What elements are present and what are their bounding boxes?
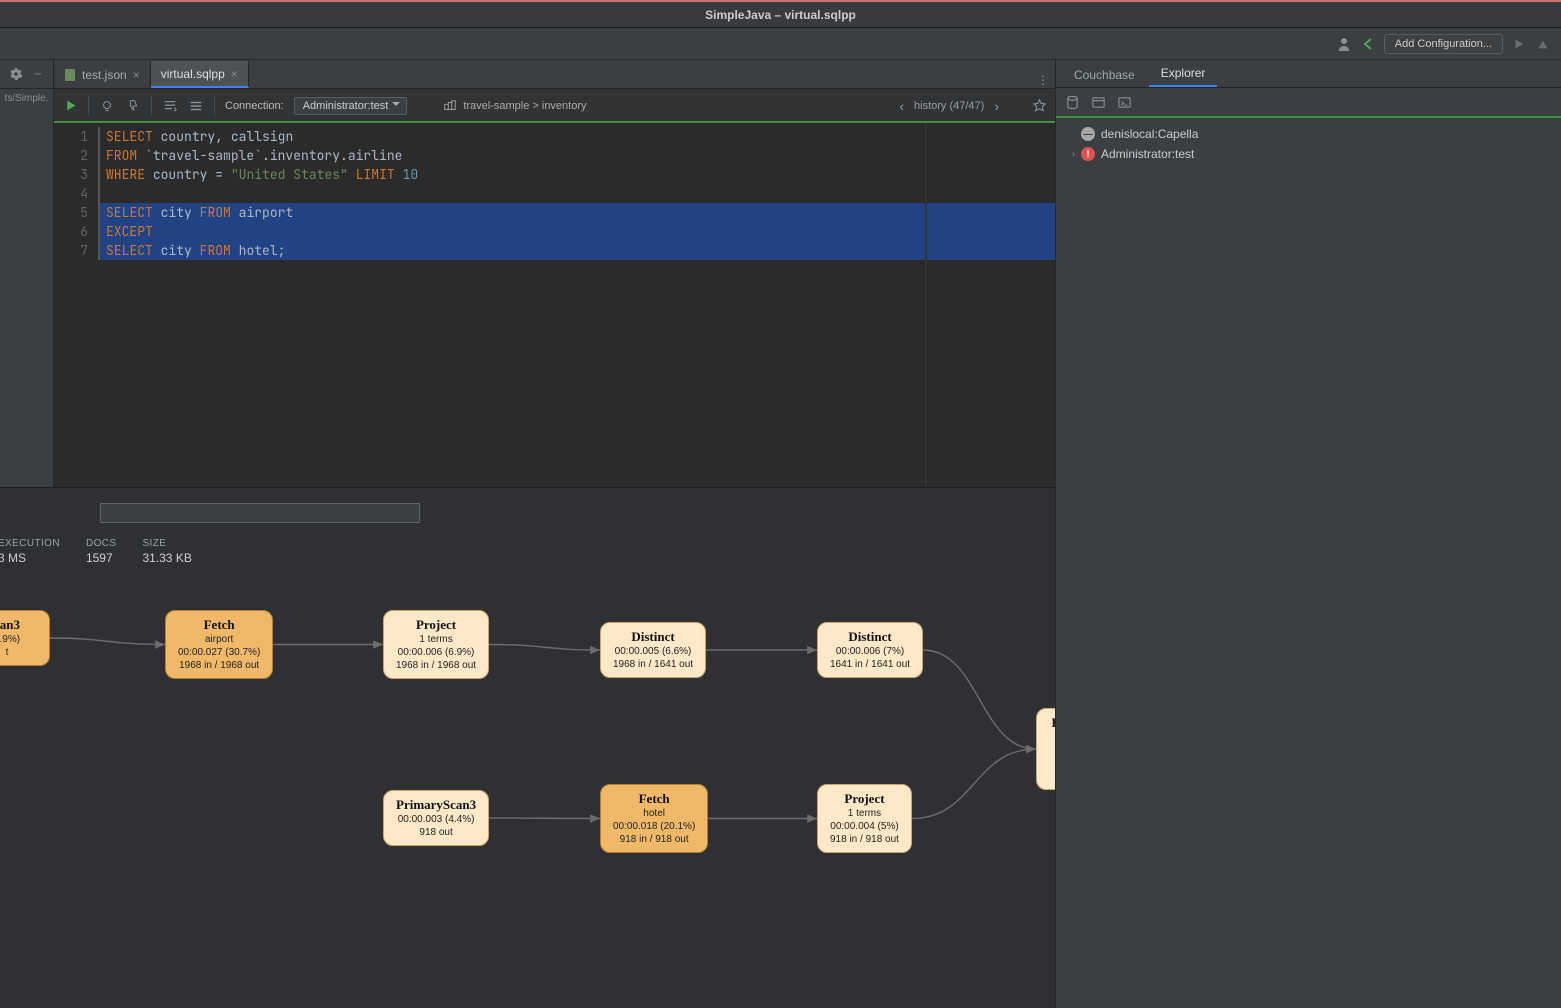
code-line[interactable]: WHERE country = "United States" LIMIT 10 (98, 165, 1055, 184)
query-plan-diagram[interactable]: can35.9%)t Fetchairport00:00.027 (30.7%)1… (0, 580, 1055, 1008)
tree-expander-icon[interactable]: › (1072, 149, 1075, 159)
connection-value: Administrator:test (303, 100, 389, 112)
line-number: 1 (54, 127, 88, 146)
plan-node-exceptall[interactable]: ExceptAll00:00.008 (9.5%)1641 in / 1597 … (1036, 708, 1055, 790)
execute-query-button[interactable] (62, 98, 78, 114)
stat-label: SIZE (142, 538, 191, 549)
query-stats: EXECUTION 3 MS DOCS 1597 SIZE 31.33 KB (0, 538, 1055, 580)
right-panel: Couchbase Explorer › — denislocal:Capell… (1055, 60, 1561, 1008)
right-panel-tabs: Couchbase Explorer (1056, 60, 1561, 88)
stat-execution: EXECUTION 3 MS (0, 538, 60, 565)
favorite-icon[interactable] (1031, 98, 1047, 114)
tree-node-admintest[interactable]: › ! Administrator:test (1056, 144, 1561, 164)
right-panel-toolbar (1056, 88, 1561, 118)
bottom-panel: EXECUTION 3 MS DOCS 1597 SIZE 31.33 KB c… (0, 487, 1055, 1008)
close-tab-icon[interactable]: × (133, 68, 140, 82)
plan-node-distinct1[interactable]: Distinct00:00.005 (6.6%)1968 in / 1641 o… (600, 622, 706, 678)
history-label: history (47/47) (914, 100, 984, 112)
code-line[interactable]: SELECT city FROM hotel; (98, 241, 1055, 260)
plan-node-project2[interactable]: Project1 terms00:00.004 (5%)918 in / 918… (817, 784, 912, 853)
stat-label: EXECUTION (0, 538, 60, 549)
settings-icon[interactable] (8, 66, 24, 82)
plan-node-fetch2[interactable]: Fetchhotel00:00.018 (20.1%)918 in / 918 … (600, 784, 708, 853)
line-number: 2 (54, 146, 88, 165)
format-icon[interactable] (162, 98, 178, 114)
bulb-icon[interactable] (99, 98, 115, 114)
project-path-truncated: ts/Simple. (5, 89, 49, 487)
back-arrow-icon[interactable] (1360, 36, 1376, 52)
history-prev-button[interactable]: ‹ (899, 98, 904, 114)
list-icon[interactable] (188, 98, 204, 114)
titlebar: SimpleJava – virtual.sqlpp (0, 2, 1561, 28)
center-panel: test.json × virtual.sqlpp × ⋮ (54, 60, 1055, 487)
plan-node-fetch1[interactable]: Fetchairport00:00.027 (30.7%)1968 in / 1… (165, 610, 273, 679)
thumbs-down-icon[interactable] (125, 98, 141, 114)
stat-docs: DOCS 1597 (86, 538, 117, 565)
plan-node-project1[interactable]: Project1 terms00:00.006 (6.9%)1968 in / … (383, 610, 489, 679)
tab-overflow-icon[interactable]: ⋮ (1035, 72, 1051, 88)
stat-value: 1597 (86, 551, 117, 565)
code-line[interactable]: SELECT city FROM airport (98, 203, 1055, 222)
breadcrumb[interactable]: travel-sample > inventory (443, 99, 586, 113)
tab-label: virtual.sqlpp (161, 67, 225, 81)
stat-value: 3 MS (0, 551, 60, 565)
code-body[interactable]: SELECT country, callsign FROM `travel-sa… (98, 123, 1055, 487)
tab-test-json[interactable]: test.json × (54, 61, 151, 88)
bottom-toolbar (0, 488, 1055, 538)
connection-tree: › — denislocal:Capella › ! Administrator… (1056, 118, 1561, 164)
code-editor[interactable]: 1 2 3 4 5 6 7 SELECT country, callsign F… (54, 123, 1055, 487)
minimize-icon[interactable]: ─ (30, 66, 46, 82)
line-number: 5 (54, 203, 88, 222)
bottom-search-input[interactable] (100, 503, 420, 523)
line-number: 3 (54, 165, 88, 184)
stat-label: DOCS (86, 538, 117, 549)
titlebar-text: SimpleJava – virtual.sqlpp (705, 8, 856, 22)
code-line[interactable]: SELECT country, callsign (98, 127, 1055, 146)
editor-toolbar: Connection: Administrator:test travel-sa… (54, 89, 1055, 123)
stat-size: SIZE 31.33 KB (142, 538, 191, 565)
plan-node-distinct2[interactable]: Distinct00:00.006 (7%)1641 in / 1641 out (817, 622, 923, 678)
history-nav: ‹ history (47/47) › (899, 98, 1047, 114)
plan-node-pscan3[interactable]: PrimaryScan300:00.003 (4.4%)918 out (383, 790, 489, 846)
json-file-icon (64, 69, 76, 81)
add-configuration-button[interactable]: Add Configuration... (1384, 34, 1503, 54)
status-badge: — (1081, 127, 1095, 141)
editor-tabs: test.json × virtual.sqlpp × ⋮ (54, 60, 1055, 89)
tree-node-label: denislocal:Capella (1101, 127, 1198, 141)
connection-label: Connection: (225, 100, 284, 112)
code-line[interactable]: EXCEPT (98, 222, 1055, 241)
close-tab-icon[interactable]: × (231, 67, 238, 81)
code-line[interactable] (98, 184, 1055, 203)
tab-label: test.json (82, 68, 127, 82)
tree-node-capella[interactable]: › — denislocal:Capella (1056, 124, 1561, 144)
line-number: 7 (54, 241, 88, 260)
console-icon[interactable] (1116, 94, 1132, 110)
user-presence-icon[interactable] (1336, 36, 1352, 52)
tab-virtual-sqlpp[interactable]: virtual.sqlpp × (151, 61, 249, 88)
build-icon[interactable] (1535, 36, 1551, 52)
line-gutter: 1 2 3 4 5 6 7 (54, 123, 98, 487)
stat-value: 31.33 KB (142, 551, 191, 565)
left-gutter-strip: ─ ts/Simple. (0, 60, 54, 487)
window-icon[interactable] (1090, 94, 1106, 110)
run-disabled-icon (1511, 36, 1527, 52)
main-toolbar: Add Configuration... (0, 28, 1561, 60)
database-icon[interactable] (1064, 94, 1080, 110)
tab-explorer[interactable]: Explorer (1149, 61, 1218, 87)
code-line[interactable]: FROM `travel-sample`.inventory.airline (98, 146, 1055, 165)
bucket-icon (443, 99, 457, 113)
editor-splitter[interactable] (925, 123, 927, 487)
connection-select[interactable]: Administrator:test (294, 97, 408, 115)
plan-node-scan3[interactable]: can35.9%)t (0, 610, 50, 666)
line-number: 4 (54, 184, 88, 203)
line-number: 6 (54, 222, 88, 241)
tab-couchbase[interactable]: Couchbase (1062, 63, 1147, 87)
breadcrumb-text: travel-sample > inventory (463, 100, 586, 112)
tree-node-label: Administrator:test (1101, 147, 1194, 161)
history-next-button[interactable]: › (994, 98, 999, 114)
status-badge: ! (1081, 147, 1095, 161)
